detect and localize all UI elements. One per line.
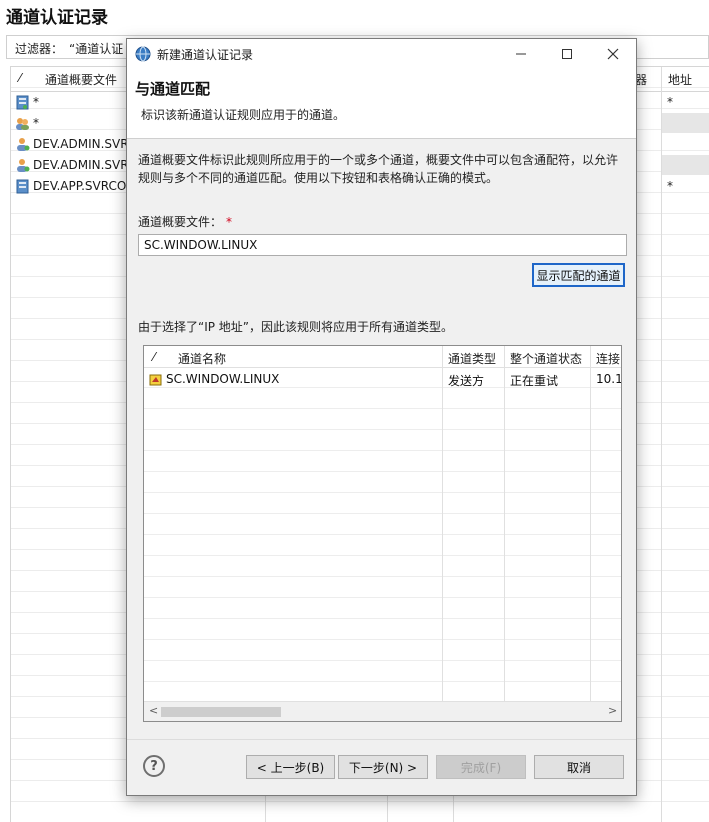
table-row[interactable]: DEV.ADMIN.SVR	[15, 134, 129, 154]
dialog-titlebar[interactable]: 新建通道认证记录	[127, 39, 636, 68]
maximize-icon	[562, 48, 572, 59]
row-label: DEV.ADMIN.SVR	[33, 137, 129, 151]
close-button[interactable]	[590, 39, 636, 68]
server-icon	[16, 95, 29, 109]
sort-icon[interactable]: ⁄	[19, 71, 21, 85]
scrollbar-thumb[interactable]	[161, 707, 281, 717]
empty-cell	[662, 113, 709, 133]
back-button[interactable]: < 上一步(B)	[246, 755, 335, 779]
column-header-connection[interactable]: 连接	[596, 350, 620, 367]
next-button[interactable]: 下一步(N) >	[338, 755, 428, 779]
sort-icon[interactable]: ⁄	[153, 350, 155, 364]
cancel-button[interactable]: 取消	[534, 755, 624, 779]
column-divider	[661, 67, 662, 822]
footer-divider	[127, 739, 636, 740]
header-divider	[144, 367, 621, 368]
minimize-icon	[516, 53, 526, 54]
channel-type-cell: 发送方	[448, 374, 485, 388]
address-cell: *	[667, 179, 673, 193]
row-label: *	[33, 116, 39, 130]
horizontal-scrollbar[interactable]: < >	[144, 701, 621, 721]
scroll-left-icon[interactable]: <	[149, 704, 158, 717]
column-divider	[442, 346, 443, 702]
channel-status-cell: 正在重试	[510, 374, 559, 388]
column-header-channel-name[interactable]: 通道名称	[178, 350, 226, 367]
user-icon	[17, 137, 30, 151]
wizard-header: 与通道匹配 标识该新通道认证规则应用于的通道。	[127, 68, 636, 139]
row-label: DEV.ADMIN.SVR	[33, 158, 129, 172]
table-row[interactable]: *	[15, 113, 39, 133]
table-row[interactable]: DEV.APP.SVRCO	[15, 176, 126, 196]
user-icon	[17, 158, 30, 172]
minimize-button[interactable]	[498, 39, 544, 68]
column-divider	[504, 346, 505, 702]
address-cell: *	[667, 95, 673, 109]
column-header-channel-status[interactable]: 整个通道状态	[510, 350, 582, 367]
globe-icon	[135, 46, 151, 62]
channel-name-cell[interactable]: SC.WINDOW.LINUX	[166, 372, 279, 386]
column-header-address[interactable]: 地址	[668, 71, 692, 88]
connection-cell: 10.1	[596, 372, 622, 386]
wizard-page-subtitle: 标识该新通道认证规则应用于的通道。	[141, 108, 346, 122]
help-icon[interactable]: ?	[143, 755, 165, 777]
profile-label-text: 通道概要文件：	[138, 215, 223, 229]
column-header-profile[interactable]: 通道概要文件	[45, 71, 117, 88]
dialog-title: 新建通道认证记录	[157, 48, 254, 62]
maximize-button[interactable]	[544, 39, 590, 68]
table-row[interactable]: *	[15, 92, 39, 112]
required-marker: *	[226, 215, 233, 229]
scroll-right-icon[interactable]: >	[608, 704, 617, 717]
empty-cell	[662, 155, 709, 175]
column-divider	[590, 346, 591, 702]
users-icon	[16, 117, 29, 130]
row-label: *	[33, 95, 39, 109]
new-channel-auth-dialog: 新建通道认证记录 与通道匹配 标识该新通道认证规则应用于的通道。 通道概要文件标…	[126, 38, 637, 796]
description-text: 通道概要文件标识此规则所应用于的一个或多个通道，概要文件中可以包含通配符，以允许…	[138, 153, 619, 185]
info-text: 由于选择了“IP 地址”，因此该规则将应用于所有通道类型。	[138, 320, 454, 334]
sender-channel-icon	[149, 374, 162, 386]
page-title: 通道认证记录	[6, 8, 108, 28]
filter-label: 过滤器：	[15, 42, 64, 56]
server-icon	[16, 179, 29, 193]
profile-field-label: 通道概要文件： *	[138, 213, 232, 230]
table-row[interactable]: DEV.ADMIN.SVR	[15, 155, 129, 175]
show-matching-channels-button[interactable]: 显示匹配的通道	[532, 263, 625, 287]
filter-value[interactable]: “通道认证	[69, 40, 123, 57]
column-header-channel-type[interactable]: 通道类型	[448, 350, 496, 367]
channel-profile-input[interactable]	[138, 234, 627, 256]
row-label: DEV.APP.SVRCO	[33, 179, 127, 193]
matching-channels-table: ⁄ 通道名称 通道类型 整个通道状态 连接 SC.WINDOW.LINUX 发送…	[143, 345, 622, 722]
finish-button[interactable]: 完成(F)	[436, 755, 526, 779]
wizard-page-title: 与通道匹配	[135, 80, 211, 98]
table-body	[144, 367, 621, 701]
close-icon	[607, 48, 619, 59]
